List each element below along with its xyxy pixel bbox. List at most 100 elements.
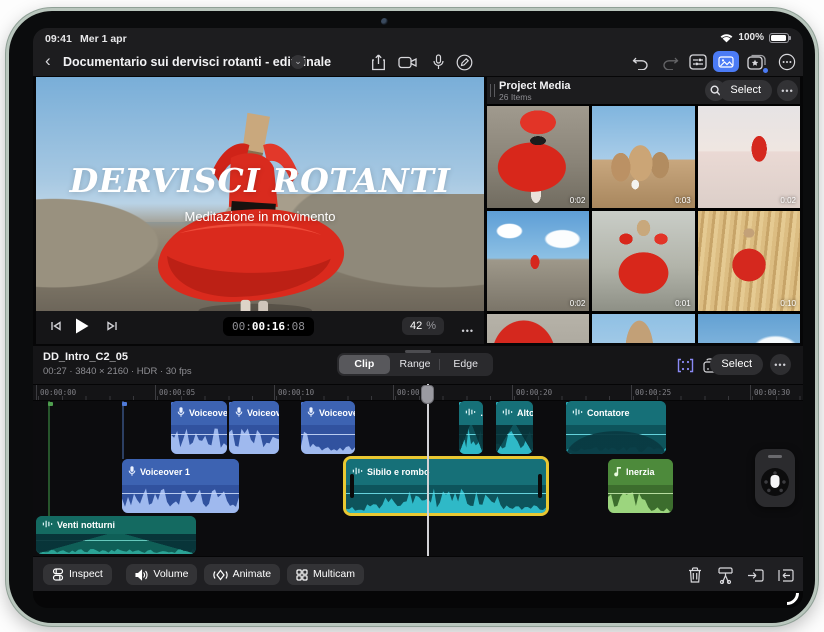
- jog-wheel[interactable]: [755, 449, 795, 507]
- clip-label: …: [480, 408, 483, 418]
- clip-label: Voiceover 2: [189, 408, 227, 418]
- viewer-more-button[interactable]: [462, 321, 474, 339]
- animate-button[interactable]: Animate: [204, 564, 281, 585]
- playback-controls: 00:00:16:08 42%: [36, 311, 484, 344]
- ipad-device: 09:41 Mer 1 apr 100% Documentario sui de…: [6, 8, 818, 626]
- timeline-clip-inerzia[interactable]: Inerzia: [608, 459, 673, 513]
- waveform-icon: [465, 407, 476, 419]
- segment-edge[interactable]: Edge: [440, 355, 491, 374]
- timeline-clip-voiceover-2[interactable]: Voiceover 2: [171, 401, 227, 454]
- waveform-icon: [572, 407, 583, 419]
- trim-handle-left[interactable]: [350, 474, 354, 498]
- timeline-clip-venti-notturni[interactable]: Venti notturni: [36, 516, 196, 554]
- mic-icon: [307, 406, 315, 420]
- app-screen: 09:41 Mer 1 apr 100% Documentario sui de…: [33, 28, 803, 608]
- back-button[interactable]: [45, 51, 51, 71]
- skip-forward-button[interactable]: [106, 319, 118, 337]
- clip-label: Contatore: [587, 408, 630, 418]
- undo-button[interactable]: [629, 51, 651, 73]
- ruler-label: 00:00:10: [278, 388, 314, 397]
- media-item-count: 26 Items: [499, 92, 532, 102]
- segment-clip[interactable]: Clip: [339, 355, 390, 374]
- page: 09:41 Mer 1 apr 100% Documentario sui de…: [0, 0, 824, 632]
- connect-clips-icon[interactable]: [674, 354, 696, 376]
- multicam-button[interactable]: Multicam: [287, 564, 364, 585]
- panel-drag-handle[interactable]: [490, 84, 495, 97]
- timeline-panel: DD_Intro_C2_05 00:27 · 3840 × 2160 · HDR…: [33, 346, 803, 591]
- insert-clip-button[interactable]: [745, 565, 765, 585]
- timeline-clip-voiceover-2[interactable]: Voiceover 2: [229, 401, 279, 454]
- media-panel-title: Project Media: [499, 80, 571, 92]
- viewer-zoom-control[interactable]: 42%: [402, 317, 444, 335]
- title-chevron-icon[interactable]: [291, 55, 305, 69]
- timeline-clip-name: DD_Intro_C2_05: [43, 351, 128, 363]
- timeline-clip-alto-[interactable]: Alto…: [496, 401, 533, 454]
- share-export-button[interactable]: [367, 51, 389, 73]
- status-bar: 09:41 Mer 1 apr 100%: [33, 28, 803, 48]
- trim-handle-right[interactable]: [538, 474, 542, 498]
- clip-connection-line: [48, 401, 50, 516]
- media-thumb-golden-reeds-dervish[interactable]: 0:10: [698, 211, 800, 311]
- timeline-clip-voiceover-3[interactable]: Voiceover 3: [301, 401, 355, 454]
- clip-duration: 0:10: [780, 299, 796, 308]
- playhead-handle[interactable]: [421, 385, 434, 404]
- redo-button[interactable]: [659, 51, 681, 73]
- timeline-more-button[interactable]: [770, 354, 791, 375]
- media-select-button[interactable]: Select: [719, 80, 772, 101]
- adjustments-button[interactable]: [687, 51, 709, 73]
- clip-duration: 0:02: [780, 196, 796, 205]
- media-panel-header: Project Media 26 Items Select: [487, 77, 800, 104]
- media-thumb-cappadocia-rocks[interactable]: 0:03: [592, 106, 694, 208]
- timeline-clip-info: 00:27 · 3840 × 2160 · HDR · 30 fps: [43, 366, 192, 377]
- segment-range[interactable]: Range: [390, 355, 441, 374]
- clip-label: Voiceover 2: [247, 408, 279, 418]
- play-button[interactable]: [74, 317, 90, 340]
- wifi-icon: [720, 33, 733, 43]
- media-thumb-salt-flat-dervish[interactable]: 0:02: [698, 106, 800, 208]
- waveform-icon: [42, 519, 53, 531]
- media-thumb-dervish-gray-rocks[interactable]: 0:02: [487, 106, 589, 208]
- media-browser-button[interactable]: [713, 51, 739, 72]
- notification-dot: [763, 68, 768, 73]
- grid-icon: [296, 569, 308, 581]
- microphone-button[interactable]: [427, 51, 449, 73]
- skip-back-button[interactable]: [50, 319, 62, 337]
- video-overlay-subtitle: Meditazione in movimento: [36, 209, 484, 224]
- inspect-button[interactable]: Inspect: [43, 564, 112, 585]
- split-blade-button[interactable]: [715, 565, 735, 585]
- delete-button[interactable]: [685, 565, 705, 585]
- status-date: Mer 1 apr: [80, 33, 127, 45]
- clip-duration: 0:03: [675, 196, 691, 205]
- ruler-label: 00:00:05: [159, 388, 195, 397]
- media-grid: 0:020:030:020:020:010:10: [487, 106, 800, 343]
- mic-icon: [177, 406, 185, 420]
- media-thumb-felt-hat-closeup[interactable]: [592, 314, 694, 343]
- playhead[interactable]: [427, 384, 429, 556]
- battery-icon: [769, 33, 789, 43]
- viewer-panel: DERVISCI ROTANTI Meditazione in moviment…: [36, 77, 484, 344]
- clip-duration: 0:01: [675, 299, 691, 308]
- timeline-ruler[interactable]: 00:00:0000:00:0500:00:1000:00:1500:00:20…: [33, 384, 803, 401]
- media-more-button[interactable]: [777, 80, 798, 101]
- video-preview[interactable]: DERVISCI ROTANTI Meditazione in moviment…: [36, 77, 484, 311]
- clip-library-button[interactable]: [745, 51, 767, 73]
- timeline-select-button[interactable]: Select: [710, 354, 763, 375]
- media-thumb-dervish-arms-raised[interactable]: 0:01: [592, 211, 694, 311]
- timeline-clip-contatore[interactable]: Contatore: [566, 401, 666, 454]
- timeline-clip-sibilo-e-rombo[interactable]: Sibilo e rombo: [346, 459, 546, 513]
- inspect-icon: [52, 568, 64, 581]
- pencil-tool-button[interactable]: [453, 51, 475, 73]
- camera-record-button[interactable]: [397, 51, 419, 73]
- media-thumb-sky-clouds[interactable]: [698, 314, 800, 343]
- more-button[interactable]: [776, 51, 798, 73]
- timecode-display[interactable]: 00:00:16:08: [223, 317, 314, 336]
- clip-label: Inerzia: [626, 467, 655, 477]
- media-thumb-badlands-ridge-dervish[interactable]: 0:02: [487, 211, 589, 311]
- media-thumb-red-fabric-closeup[interactable]: [487, 314, 589, 343]
- volume-button[interactable]: Volume: [126, 564, 197, 585]
- timeline-clip--[interactable]: …: [459, 401, 483, 454]
- waveform-icon: [502, 407, 513, 419]
- video-overlay-title: DERVISCI ROTANTI: [36, 161, 484, 200]
- timeline-clip-voiceover-1[interactable]: Voiceover 1: [122, 459, 239, 513]
- timeline-toolbar: Inspect Volume Animate Multicam: [33, 556, 803, 591]
